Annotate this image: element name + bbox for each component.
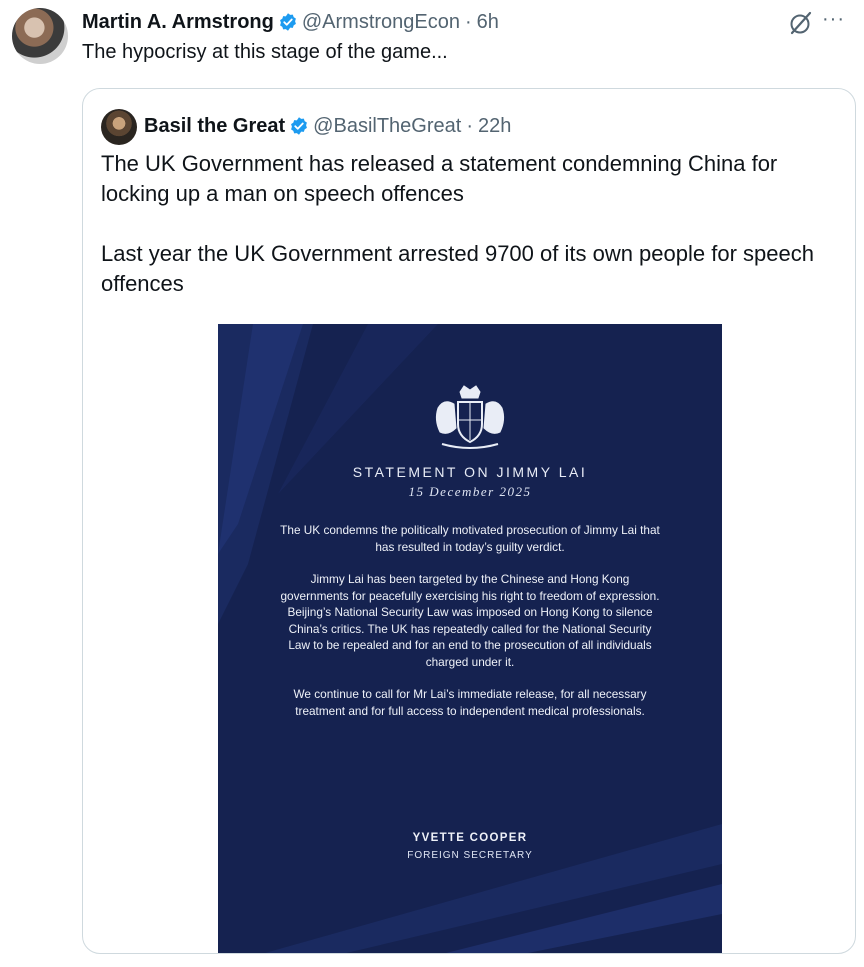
post-text: The hypocrisy at this stage of the game.…: [82, 41, 448, 63]
statement-image[interactable]: STATEMENT ON JIMMY LAI 15 December 2025 …: [218, 324, 722, 953]
quote-text: The UK Government has released a stateme…: [101, 149, 841, 329]
statement-signatory: YVETTE COOPER: [412, 832, 528, 844]
statement-date: 15 December 2025: [408, 484, 532, 499]
author-handle[interactable]: @ArmstrongEcon: [302, 11, 460, 34]
author-name[interactable]: Martin A. Armstrong: [82, 11, 274, 34]
statement-title: STATEMENT ON JIMMY LAI: [352, 464, 588, 480]
royal-crest-icon: [435, 385, 505, 449]
quoted-post[interactable]: Basil the Great @BasilTheGreat · 22h The…: [82, 88, 856, 954]
more-icon[interactable]: ···: [822, 9, 852, 36]
quote-author-name[interactable]: Basil the Great: [144, 115, 285, 138]
separator-dot: ·: [465, 10, 472, 33]
quote-paragraph: Last year the UK Government arrested 970…: [101, 241, 814, 296]
grok-icon[interactable]: [788, 10, 814, 36]
quote-time[interactable]: 22h: [478, 115, 511, 138]
statement-paragraph: We continue to call for Mr Lai’s immedia…: [293, 687, 647, 718]
statement-paragraph: The UK condemns the politically motivate…: [280, 523, 660, 554]
author-avatar[interactable]: [12, 8, 68, 64]
verified-badge-icon[interactable]: [289, 116, 309, 136]
quote-author-avatar[interactable]: [101, 109, 137, 145]
quote-author-handle[interactable]: @BasilTheGreat: [313, 115, 461, 138]
quote-header: Basil the Great @BasilTheGreat · 22h: [144, 111, 511, 141]
separator-dot: ·: [466, 114, 473, 137]
quote-paragraph: The UK Government has released a stateme…: [101, 151, 778, 206]
post-header: Martin A. Armstrong @ArmstrongEcon · 6h: [82, 8, 499, 36]
statement-paragraph: Jimmy Lai has been targeted by the Chine…: [280, 572, 660, 669]
statement-role: FOREIGN SECRETARY: [407, 850, 533, 861]
post-time[interactable]: 6h: [477, 11, 499, 34]
statement-body: The UK condemns the politically motivate…: [278, 522, 662, 735]
verified-badge-icon[interactable]: [278, 12, 298, 32]
